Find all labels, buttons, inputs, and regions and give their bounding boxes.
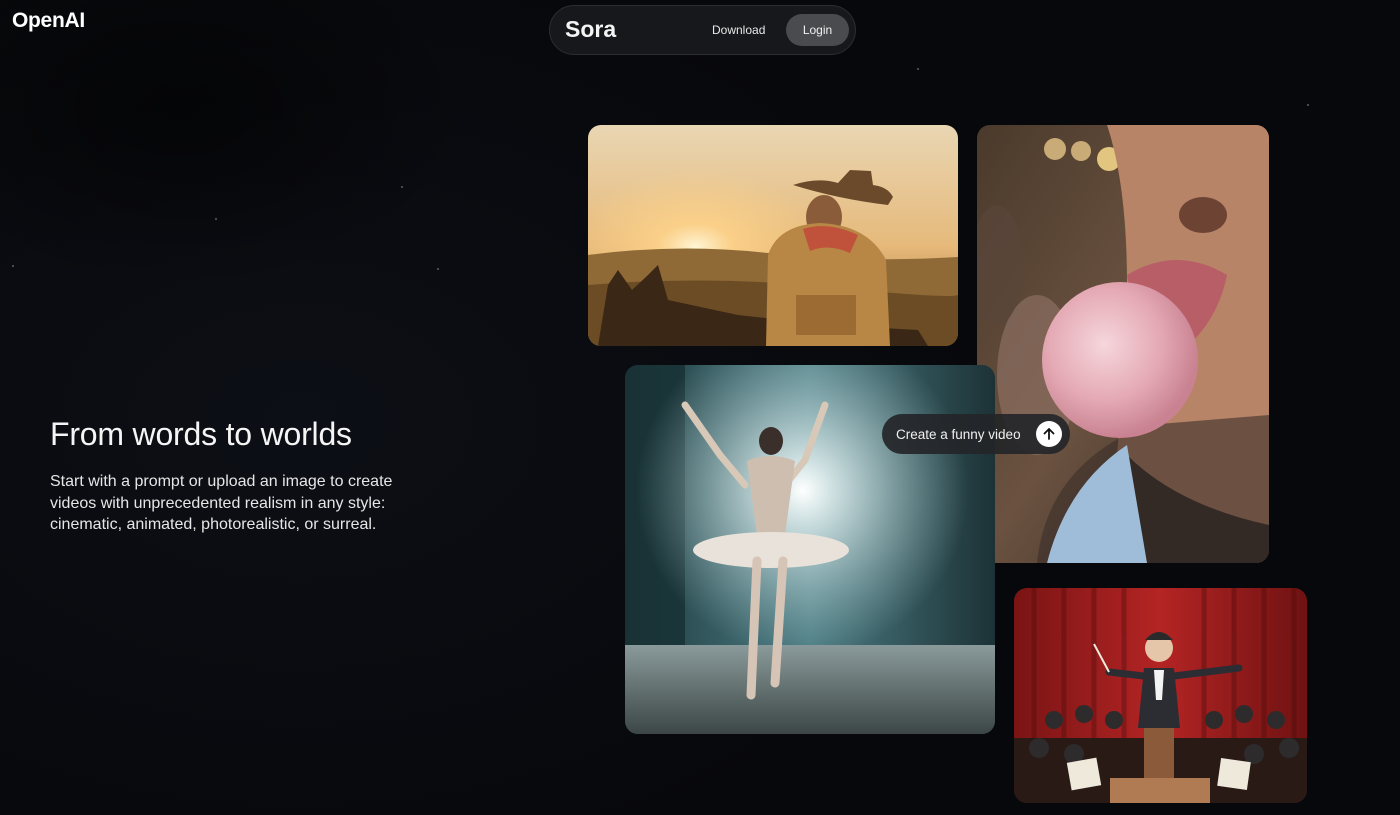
orchestra-image bbox=[1014, 588, 1307, 803]
top-nav: Sora Download Login bbox=[549, 5, 856, 55]
cowboy-image bbox=[588, 125, 958, 346]
nav-title-sora[interactable]: Sora bbox=[565, 16, 616, 43]
bubble-gum-image bbox=[977, 125, 1269, 563]
page: OpenAI Sora Download Login From words to… bbox=[0, 0, 1400, 815]
star-dot bbox=[917, 68, 919, 70]
openai-logo[interactable]: OpenAI bbox=[12, 9, 85, 33]
login-button[interactable]: Login bbox=[786, 14, 849, 46]
hero-description: Start with a prompt or upload an image t… bbox=[50, 473, 393, 533]
arrow-up-icon bbox=[1043, 428, 1055, 440]
star-dot bbox=[401, 186, 403, 188]
star-dot bbox=[437, 268, 439, 270]
video-tile-orchestra[interactable] bbox=[1014, 588, 1307, 803]
star-dot bbox=[1307, 104, 1309, 106]
prompt-input-chip[interactable]: Create a funny video bbox=[882, 414, 1070, 454]
star-dot bbox=[12, 265, 14, 267]
video-tile-bubble-gum[interactable] bbox=[977, 125, 1269, 563]
star-dot bbox=[215, 218, 217, 220]
send-prompt-button[interactable] bbox=[1036, 421, 1062, 447]
video-tile-cowboy[interactable] bbox=[588, 125, 958, 346]
download-link[interactable]: Download bbox=[702, 14, 775, 46]
hero-title: From words to worlds bbox=[50, 416, 352, 452]
prompt-text: Create a funny video bbox=[896, 426, 1021, 442]
